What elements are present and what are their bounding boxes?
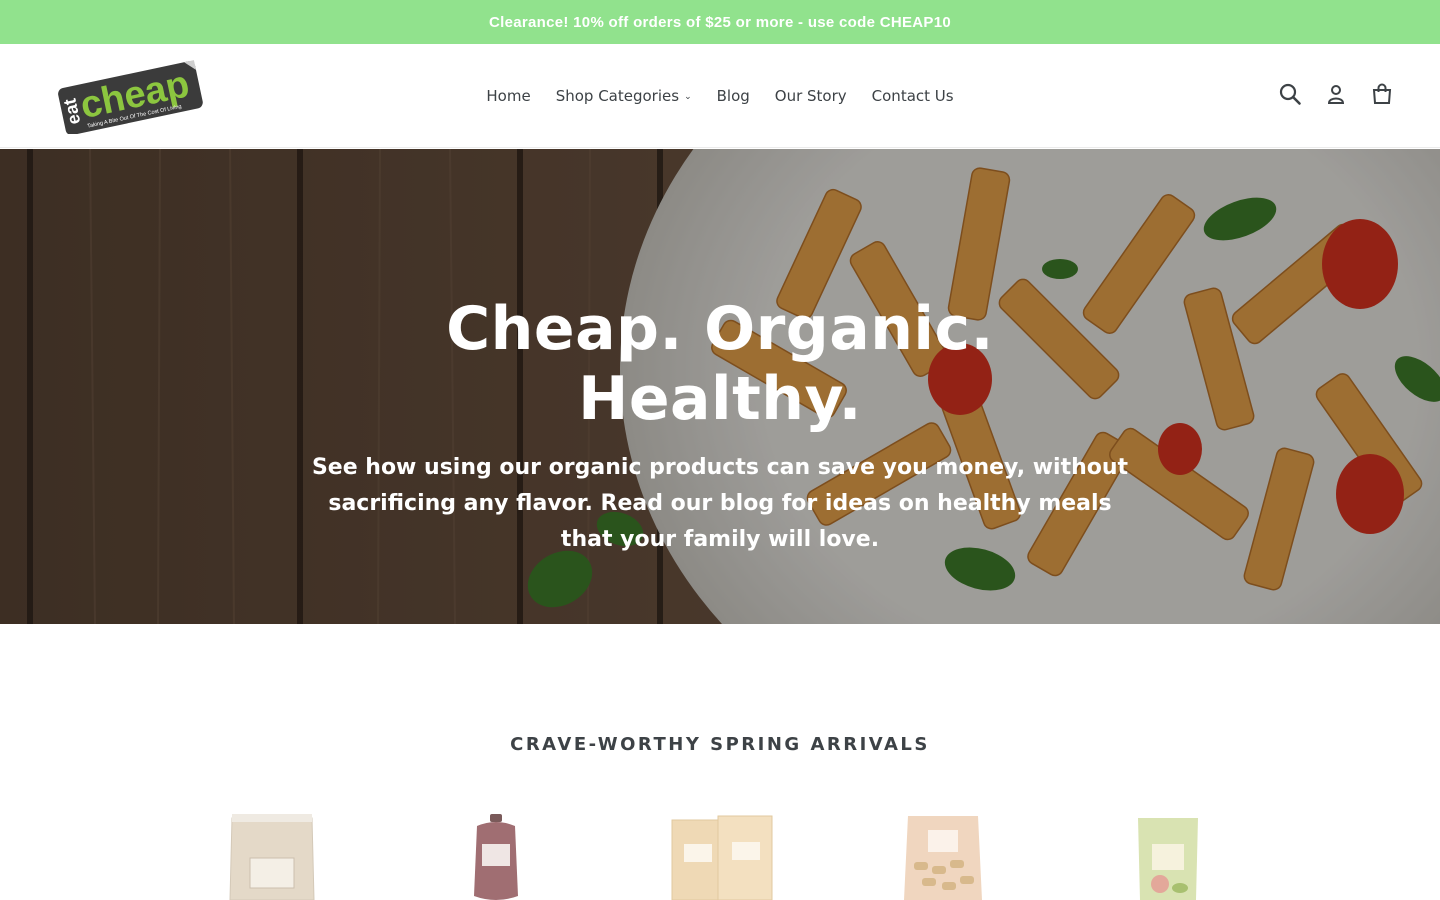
product-image	[1138, 818, 1198, 900]
nav-home[interactable]: Home	[486, 87, 530, 105]
nav-home-label: Home	[486, 87, 531, 105]
product-image	[671, 815, 773, 900]
search-icon[interactable]	[1278, 82, 1302, 106]
site-header: eat cheap Taking A Bite Out Of The Cost …	[0, 44, 1440, 148]
product-card-ketchup[interactable]	[384, 800, 608, 900]
nav-our-story[interactable]: Our Story	[775, 87, 847, 105]
announcement-bar: Clearance! 10% off orders of $25 or more…	[0, 0, 1440, 44]
cart-icon[interactable]	[1370, 82, 1394, 106]
hero-text-block: Cheap. Organic. Healthy. See how using o…	[300, 294, 1140, 558]
nav-contact-us-label: Contact Us	[871, 87, 954, 105]
section-title-spring-arrivals: CRAVE-WORTHY SPRING ARRIVALS	[510, 734, 930, 755]
chevron-down-icon: ⌄	[684, 92, 692, 102]
product-image	[229, 814, 315, 900]
header-icons	[1278, 82, 1394, 106]
product-grid	[160, 800, 1280, 900]
nav-shop-categories-label: Shop Categories	[555, 87, 680, 105]
product-image	[904, 816, 982, 900]
account-icon[interactable]	[1324, 82, 1348, 106]
product-card-green-pouch[interactable]	[1056, 800, 1280, 900]
nav-shop-categories[interactable]: Shop Categories ⌄	[556, 87, 692, 105]
hero-banner: Cheap. Organic. Healthy. See how using o…	[0, 149, 1440, 624]
nav-blog[interactable]: Blog	[717, 87, 750, 105]
product-card-brown-rice[interactable]	[608, 800, 832, 900]
product-card-garlic-salt[interactable]	[160, 800, 384, 900]
hero-subtitle: See how using our organic products can s…	[311, 455, 1129, 552]
nav-our-story-label: Our Story	[774, 87, 847, 105]
nav-blog-label: Blog	[716, 87, 750, 105]
logo[interactable]: eat cheap Taking A Bite Out Of The Cost …	[54, 58, 208, 136]
nav-contact-us[interactable]: Contact Us	[872, 87, 954, 105]
product-card-pasta[interactable]	[832, 800, 1056, 900]
hero-title: Cheap. Organic. Healthy.	[446, 294, 994, 434]
announcement-text: Clearance! 10% off orders of $25 or more…	[488, 13, 952, 31]
main-nav: Home Shop Categories ⌄ Blog Our Story Con…	[0, 44, 1440, 148]
product-image	[474, 814, 518, 900]
